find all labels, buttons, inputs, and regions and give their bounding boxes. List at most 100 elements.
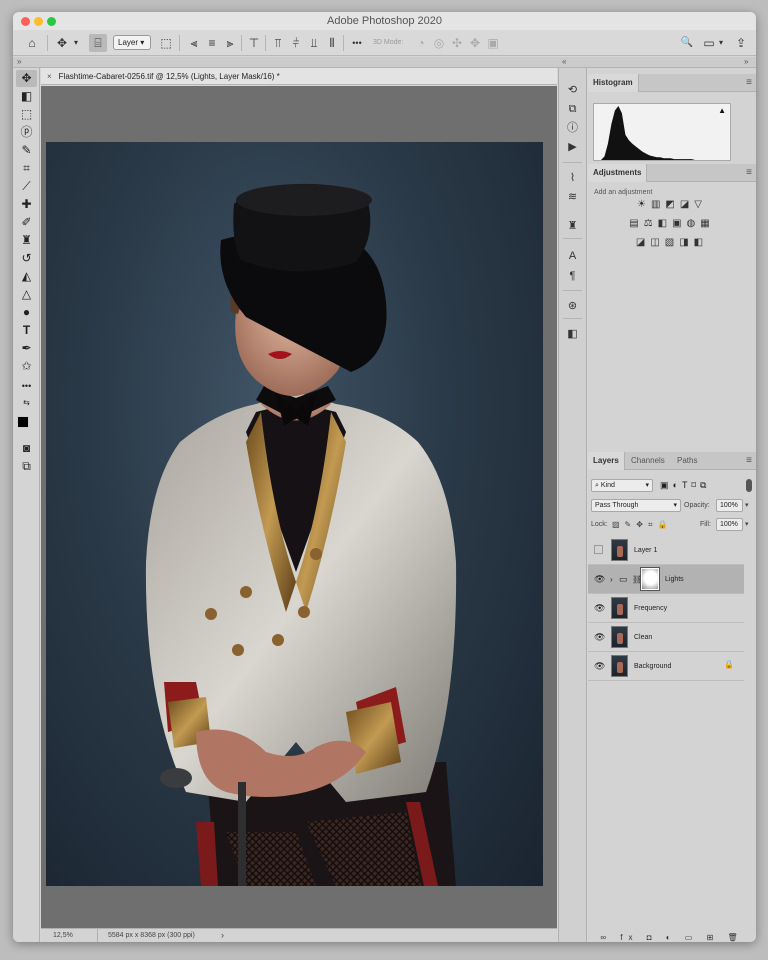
foreground-color-swatch[interactable] bbox=[17, 416, 29, 428]
auto-select-target-dropdown[interactable]: Layer ▾ bbox=[113, 35, 151, 50]
history-brush-tool-icon[interactable]: ↺ bbox=[16, 250, 37, 267]
distribute-bottom-icon[interactable]: ⫫ bbox=[305, 34, 323, 52]
collapse-panels-icon[interactable]: » bbox=[744, 57, 748, 67]
quick-selection-tool-icon[interactable]: ✎ bbox=[16, 142, 37, 159]
close-window-button[interactable] bbox=[21, 17, 30, 26]
layer-kind-filter[interactable]: ⌕ Kind ▾ bbox=[591, 479, 653, 492]
layer-row-frequency[interactable]: 👁 Frequency bbox=[588, 594, 744, 623]
align-center-icon[interactable]: ≡ bbox=[203, 34, 221, 52]
eye-icon[interactable]: 👁 bbox=[594, 660, 605, 672]
info-panel-icon[interactable]: ⓘ bbox=[559, 120, 586, 136]
character-panel-icon[interactable]: A bbox=[559, 248, 586, 264]
clone-stamp-tool-icon[interactable]: ♜ bbox=[16, 232, 37, 249]
move-tool-icon[interactable]: ✥ bbox=[16, 70, 37, 87]
transform-controls-icon[interactable]: ⬚ bbox=[157, 34, 175, 52]
lock-options-icons[interactable]: ▨✎✥⌗🔒 bbox=[612, 518, 672, 531]
healing-brush-tool-icon[interactable]: ✚ bbox=[16, 196, 37, 213]
tab-paths[interactable]: Paths bbox=[672, 452, 702, 470]
tab-layers[interactable]: Layers bbox=[588, 452, 625, 470]
gradients-panel-icon[interactable]: ◧ bbox=[559, 326, 586, 342]
brush-tool-icon[interactable]: ✐ bbox=[16, 214, 37, 231]
warning-icon[interactable]: ▲ bbox=[718, 106, 726, 115]
collapse-icons-icon[interactable]: « bbox=[562, 57, 566, 67]
layer-filter-icons[interactable]: ▣◐T⌑⧉ bbox=[660, 479, 710, 492]
crop-tool-icon[interactable]: ⌗ bbox=[16, 160, 37, 177]
type-tool-icon[interactable]: T bbox=[16, 322, 37, 339]
layer-row-lights[interactable]: 👁 › ▭ ⛓ Lights bbox=[588, 565, 744, 594]
brush-settings-icon[interactable]: ≋ bbox=[559, 189, 586, 205]
brushes-panel-icon[interactable]: ⌇ bbox=[559, 170, 586, 186]
panel-menu-icon[interactable]: ≡ bbox=[746, 452, 752, 470]
chevron-down-icon[interactable]: ▾ bbox=[745, 518, 749, 531]
document-tab[interactable]: × Flashtime-Cabaret-0256.tif @ 12,5% (Lig… bbox=[41, 68, 280, 85]
home-icon[interactable]: ⌂ bbox=[23, 34, 41, 52]
panel-menu-icon[interactable]: ≡ bbox=[746, 164, 752, 182]
chevron-down-icon[interactable]: ▾ bbox=[71, 34, 81, 52]
swap-colors-icon[interactable]: ⇆ bbox=[16, 394, 37, 411]
chevron-down-icon[interactable]: ▾ bbox=[745, 499, 749, 512]
artboard-tool-icon[interactable]: ◧ bbox=[16, 88, 37, 105]
auto-select-icon[interactable]: ⌸ bbox=[89, 34, 107, 52]
visibility-toggle-off[interactable] bbox=[594, 545, 603, 554]
workspace-icon[interactable]: ▭ bbox=[701, 34, 717, 52]
eye-icon[interactable]: 👁 bbox=[594, 573, 605, 585]
eye-icon[interactable]: 👁 bbox=[594, 631, 605, 643]
eyedropper-tool-icon[interactable]: ⟋ bbox=[16, 178, 37, 195]
canvas-area[interactable] bbox=[41, 86, 557, 928]
more-tools-icon[interactable]: ••• bbox=[16, 378, 37, 395]
tab-adjustments[interactable]: Adjustments bbox=[588, 164, 648, 182]
document-canvas[interactable] bbox=[46, 142, 543, 886]
opacity-field[interactable]: 100% bbox=[716, 499, 743, 512]
lasso-tool-icon[interactable]: ⓟ bbox=[16, 124, 37, 141]
align-left-icon[interactable]: ⫷ bbox=[185, 34, 203, 52]
adjustment-icons-row-1[interactable]: ☀▥◩◪▽ bbox=[588, 199, 756, 210]
layer-row-layer-1[interactable]: Layer 1 bbox=[588, 536, 744, 565]
minimize-window-button[interactable] bbox=[34, 17, 43, 26]
move-tool-icon[interactable]: ✥ bbox=[53, 34, 71, 52]
eye-icon[interactable]: 👁 bbox=[594, 602, 605, 614]
dodge-tool-icon[interactable]: ● bbox=[16, 304, 37, 321]
shape-tool-icon[interactable]: ✩ bbox=[16, 358, 37, 375]
adjustment-icons-row-2[interactable]: ▤⚖◧▣◍▦ bbox=[588, 218, 756, 229]
more-options-icon[interactable]: ••• bbox=[347, 34, 367, 52]
align-top-icon[interactable]: ⊤ bbox=[245, 34, 263, 52]
paragraph-panel-icon[interactable]: ¶ bbox=[559, 268, 586, 284]
align-right-icon[interactable]: ⫸ bbox=[221, 34, 239, 52]
layer-row-clean[interactable]: 👁 Clean bbox=[588, 623, 744, 652]
clone-source-icon[interactable]: ♜ bbox=[559, 218, 586, 234]
adjustment-icons-row-3[interactable]: ◪◫▧◨◧ bbox=[588, 237, 756, 248]
chevron-down-icon[interactable]: ▾ bbox=[717, 34, 725, 52]
tab-histogram[interactable]: Histogram bbox=[588, 74, 639, 92]
pen-tool-icon[interactable]: ✒ bbox=[16, 340, 37, 357]
blend-mode-dropdown[interactable]: Pass Through ▾ bbox=[591, 499, 681, 512]
gradient-tool-icon[interactable]: △ bbox=[16, 286, 37, 303]
chevron-right-icon[interactable]: › bbox=[221, 929, 224, 942]
eraser-tool-icon[interactable]: ◭ bbox=[16, 268, 37, 285]
marquee-tool-icon[interactable]: ⬚ bbox=[16, 106, 37, 123]
expand-group-icon[interactable]: › bbox=[610, 573, 613, 586]
zoom-level[interactable]: 12,5% bbox=[53, 929, 73, 942]
layers-bottom-toolbar[interactable]: ∞ fx ◘ ◐ ▭ ⊞ 🗑 bbox=[588, 934, 756, 942]
collapse-tools-icon[interactable]: » bbox=[17, 57, 21, 67]
maximize-window-button[interactable] bbox=[47, 17, 56, 26]
close-document-icon[interactable]: × bbox=[47, 68, 52, 85]
screen-mode-icon[interactable]: ⧉ bbox=[16, 458, 37, 475]
search-icon[interactable]: 🔍 bbox=[679, 34, 695, 52]
share-icon[interactable]: ⇪ bbox=[733, 34, 749, 52]
actions-panel-icon[interactable]: ▶ bbox=[559, 139, 586, 155]
fill-field[interactable]: 100% bbox=[716, 518, 743, 531]
distribute-top-icon[interactable]: ⫪ bbox=[269, 34, 287, 52]
history-panel-icon[interactable]: ⟲ bbox=[559, 82, 586, 98]
distribute-middle-icon[interactable]: ⫩ bbox=[287, 34, 305, 52]
tab-channels[interactable]: Channels bbox=[626, 452, 670, 470]
layer-comps-icon[interactable]: ⧉ bbox=[559, 101, 586, 117]
lock-icon[interactable]: 🔒 bbox=[724, 660, 734, 669]
distribute-horizontal-icon[interactable]: ⦀ bbox=[323, 34, 341, 52]
title-bar: Adobe Photoshop 2020 bbox=[13, 12, 756, 30]
panel-menu-icon[interactable]: ≡ bbox=[746, 74, 752, 92]
filter-toggle-icon[interactable] bbox=[746, 479, 752, 492]
layer-mask-thumbnail[interactable] bbox=[640, 567, 660, 591]
navigator-panel-icon[interactable]: ⊛ bbox=[559, 298, 586, 314]
layer-row-background[interactable]: 👁 Background 🔒 bbox=[588, 652, 744, 681]
quick-mask-icon[interactable]: ◙ bbox=[16, 440, 37, 457]
